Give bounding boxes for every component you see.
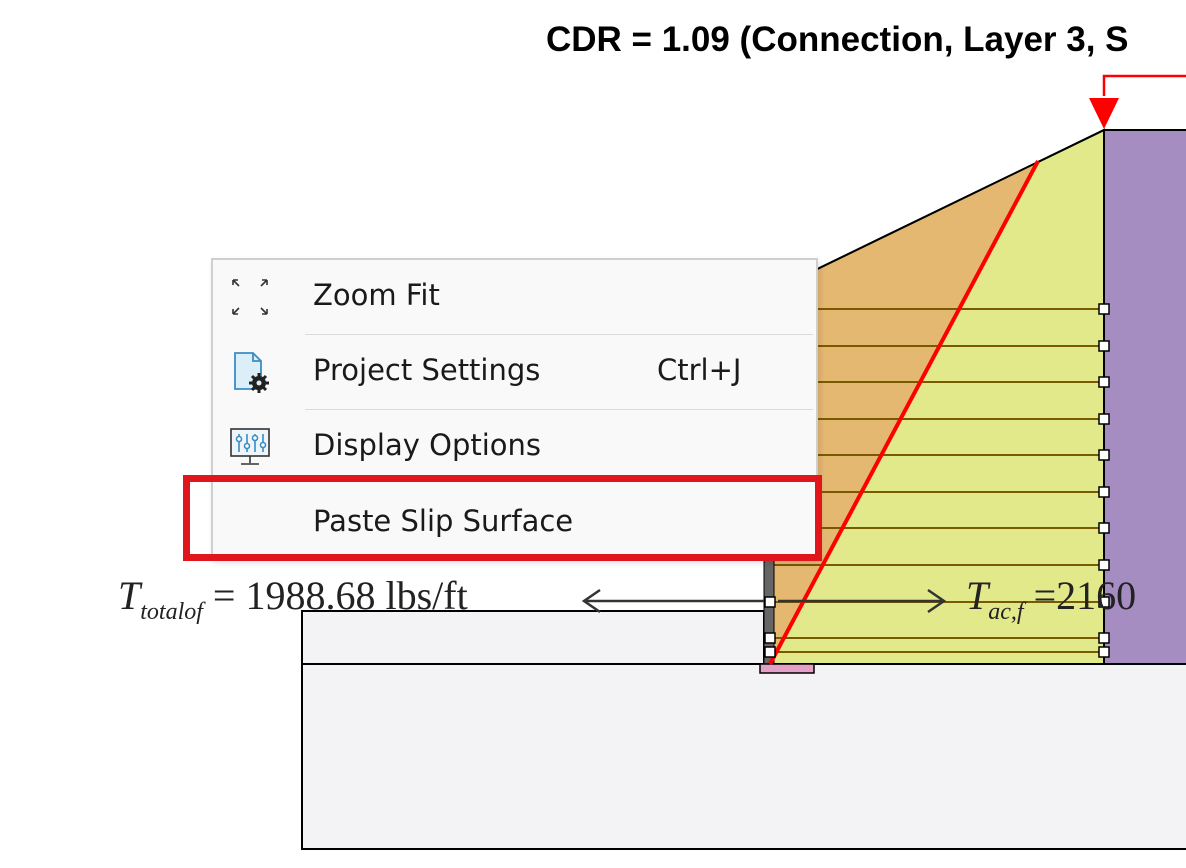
right-force-symbol: T	[966, 573, 989, 618]
load-arrow	[1089, 74, 1186, 129]
right-force-subscript: ac,f	[988, 599, 1024, 625]
right-force-value: =2160	[1033, 573, 1137, 618]
menu-item-zoom-fit[interactable]: Zoom Fit	[213, 260, 816, 334]
leveling-pad	[759, 663, 815, 674]
left-force-subscript: totalof	[140, 599, 203, 625]
display-options-icon	[229, 426, 271, 468]
menu-item-label: Project Settings	[313, 353, 541, 387]
menu-item-label: Display Options	[313, 428, 542, 462]
foundation-layer	[301, 663, 1186, 850]
highlight-box	[183, 475, 822, 561]
menu-item-label: Zoom Fit	[313, 278, 440, 312]
left-force-label: Ttotalof = 1988.68 lbs/ft	[118, 572, 468, 626]
shortcut-text: Ctrl+J	[657, 353, 742, 387]
cdr-title: CDR = 1.09 (Connection, Layer 3, S	[546, 20, 1129, 59]
right-force-label: Tac,f =2160	[966, 572, 1136, 626]
left-force-value: = 1988.68 lbs/ft	[212, 573, 468, 618]
zoom-fit-icon	[229, 276, 271, 318]
left-force-symbol: T	[118, 573, 141, 618]
project-settings-icon	[229, 351, 271, 393]
menu-item-project-settings[interactable]: Project Settings Ctrl+J	[213, 335, 816, 409]
menu-item-display-options[interactable]: Display Options	[213, 410, 816, 484]
